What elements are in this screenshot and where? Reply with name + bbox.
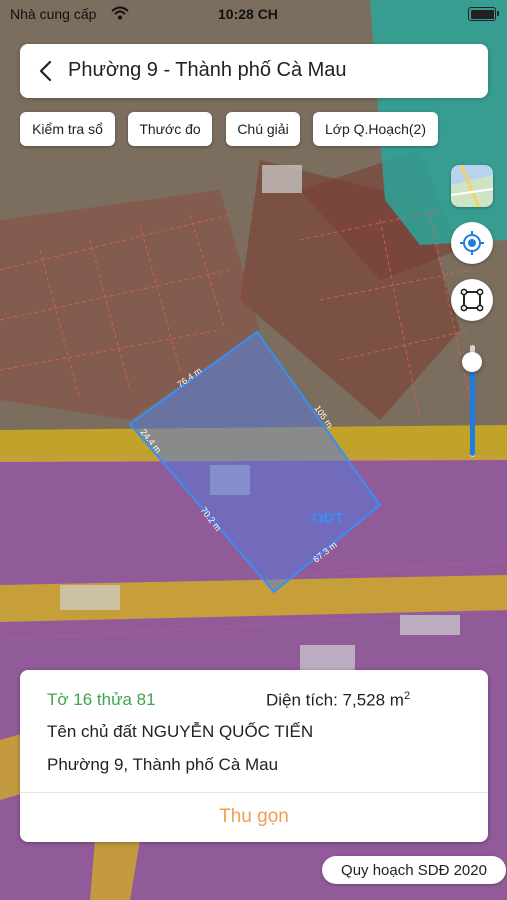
select-area-icon[interactable] [451,279,493,321]
card-divider [20,792,488,793]
page-title: Phường 9 - Thành phố Cà Mau [68,59,347,81]
header-bar: Phường 9 - Thành phố Cà Mau [20,44,488,98]
locate-icon[interactable] [451,222,493,264]
opacity-slider-fill [470,364,475,456]
wifi-icon [111,6,129,20]
carrier-name: Nhà cung cấp [10,6,97,22]
plan-year-badge[interactable]: Quy hoạch SDĐ 2020 [322,856,506,884]
back-chevron-icon[interactable] [34,58,60,84]
parcel-address: Phường 9, Thành phố Cà Mau [47,755,279,774]
check-book-button[interactable]: Kiểm tra sổ [20,112,115,146]
zone-label: ODT [312,510,344,527]
opacity-slider-thumb[interactable] [462,352,482,372]
status-time: 10:28 CH [218,6,278,22]
parcel-id: Tờ 16 thửa 81 [47,690,156,709]
map-layer-icon[interactable] [451,165,493,207]
planning-layer-button[interactable]: Lớp Q.Hoạch(2) [313,112,438,146]
status-bar: Nhà cung cấp 10:28 CH [0,0,507,30]
parcel-info-card: Tờ 16 thửa 81 Diện tích: 7,528 m2 Tên ch… [20,670,488,842]
ruler-button[interactable]: Thước đo [128,112,212,146]
legend-button[interactable]: Chú giải [226,112,300,146]
owner-name: Tên chủ đất NGUYỄN QUỐC TIẾN [47,722,314,741]
collapse-button[interactable]: Thu gọn [20,806,488,828]
battery-icon [468,7,499,21]
parcel-area: Diện tích: 7,528 m2 [266,690,411,710]
